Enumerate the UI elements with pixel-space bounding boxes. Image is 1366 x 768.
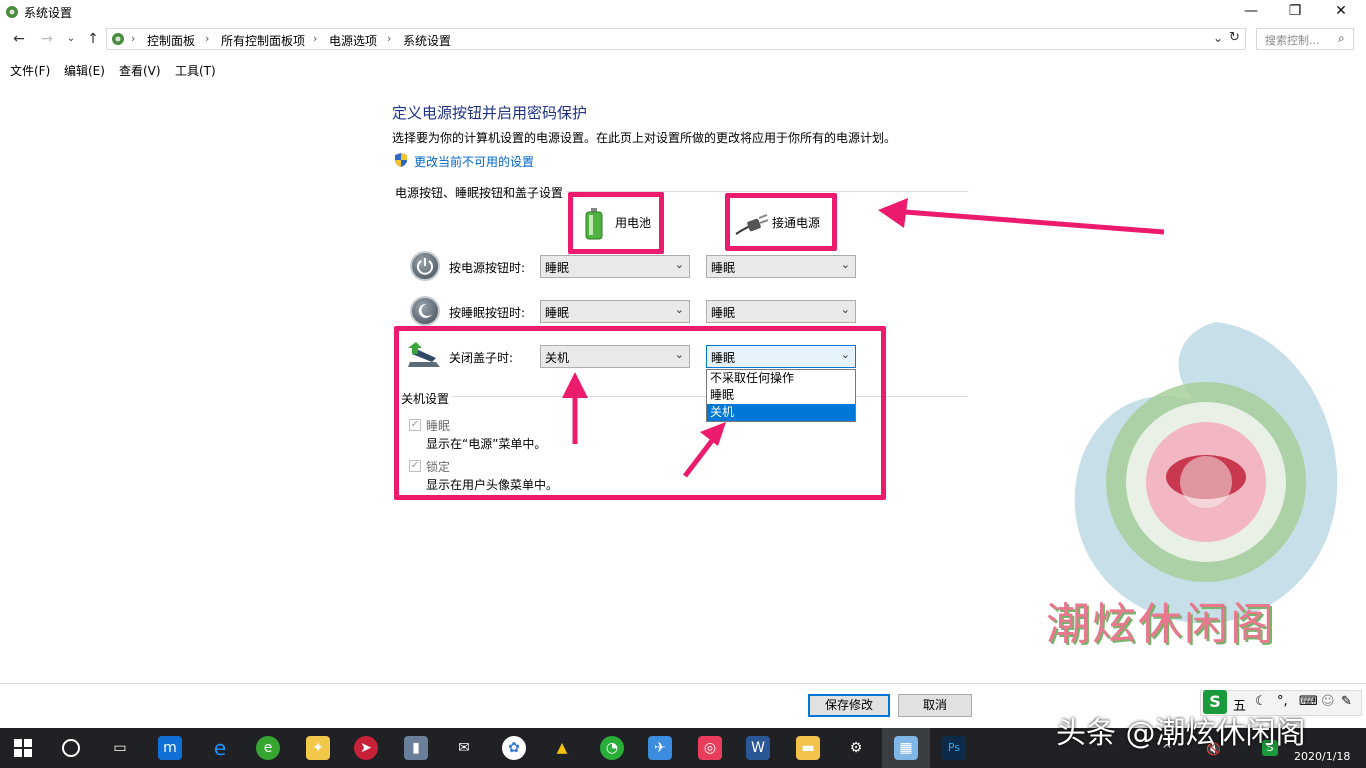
active-app-highlight[interactable]: ▦ xyxy=(882,728,930,768)
logo-text: 潮炫休闲阁 xyxy=(1046,599,1276,650)
maxthon-icon[interactable]: m xyxy=(158,736,182,760)
ime-user-icon[interactable]: ☺ xyxy=(1321,694,1335,709)
file-explorer-icon[interactable]: ▬ xyxy=(796,736,820,760)
word-icon[interactable]: W xyxy=(746,736,770,760)
ime-keyboard-icon[interactable]: ⌨ xyxy=(1299,694,1318,709)
watermark-text: 头条 @潮炫休闲阁 xyxy=(1056,716,1306,751)
task-view-icon[interactable]: ▭ xyxy=(108,736,132,760)
ime-settings-icon[interactable]: ✎ xyxy=(1341,694,1352,709)
app-pink-icon[interactable]: ◎ xyxy=(698,736,722,760)
mail-icon[interactable]: ✉ xyxy=(452,736,476,760)
browser-360-icon[interactable]: e xyxy=(256,736,280,760)
edge-icon[interactable]: e xyxy=(208,736,232,760)
photoshop-icon[interactable]: Ps xyxy=(942,736,966,760)
app-orange-icon[interactable]: ✦ xyxy=(306,736,330,760)
app-red-icon[interactable]: ➤ xyxy=(354,736,378,760)
app-ruler-icon[interactable]: ▲ xyxy=(550,736,574,760)
search-taskbar-icon[interactable] xyxy=(62,739,80,757)
wechat-icon[interactable]: ◔ xyxy=(600,736,624,760)
save-button[interactable]: 保存修改 xyxy=(808,694,890,717)
app-jar-icon[interactable]: ▮ xyxy=(404,736,428,760)
app-network-icon[interactable]: ✿ xyxy=(502,736,526,760)
app-bird-icon[interactable]: ✈ xyxy=(648,736,672,760)
control-panel-taskbar-icon: ▦ xyxy=(894,736,918,760)
footer-divider xyxy=(0,683,1366,684)
settings-gear-icon[interactable]: ⚙ xyxy=(844,736,868,760)
ime-moon-icon[interactable]: ☾ xyxy=(1255,694,1267,709)
windows-start-icon[interactable] xyxy=(14,739,32,757)
cancel-button[interactable]: 取消 xyxy=(898,694,972,717)
ime-punct-icon[interactable]: °, xyxy=(1277,694,1288,709)
